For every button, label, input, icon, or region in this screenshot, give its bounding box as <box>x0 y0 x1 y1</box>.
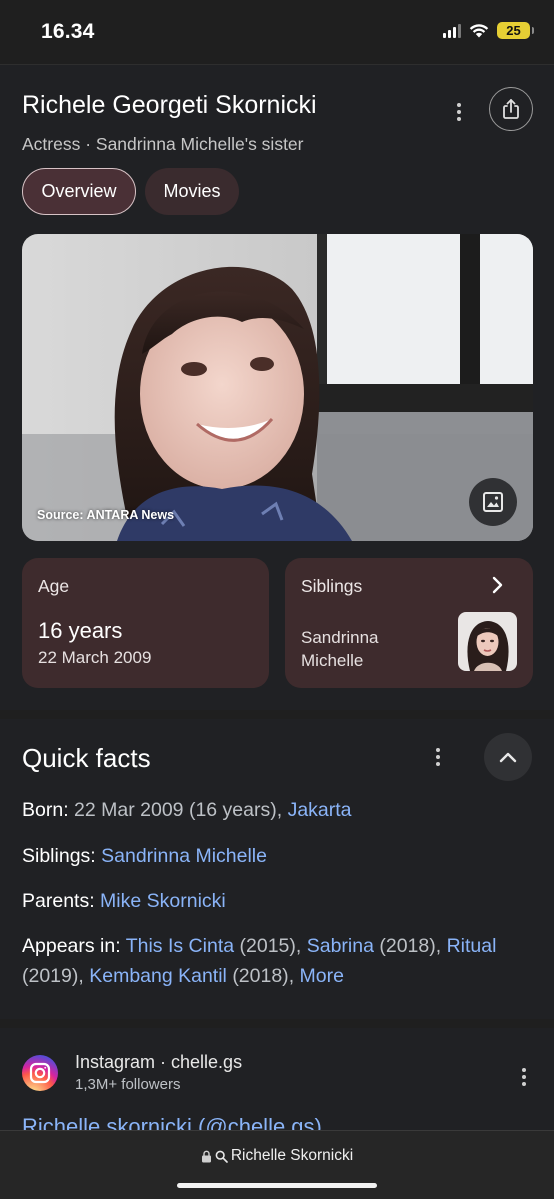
link-parent[interactable]: Mike Skornicki <box>100 890 226 912</box>
image-viewer-button[interactable] <box>469 478 517 526</box>
result-followers: 1,3M+ followers <box>75 1076 181 1093</box>
movie-year: (2015) <box>239 935 296 957</box>
link-sibling[interactable]: Sandrinna Michelle <box>101 845 267 867</box>
share-icon <box>503 99 519 119</box>
birth-date: 22 March 2009 <box>38 648 152 667</box>
link-birthplace[interactable]: Jakarta <box>288 799 352 821</box>
sibling-avatar <box>458 612 517 671</box>
fact-key: Siblings <box>22 845 91 867</box>
share-button[interactable] <box>489 87 533 131</box>
movie-year: (2018) <box>232 965 289 987</box>
link-movie[interactable]: Sabrina <box>307 935 374 957</box>
status-icons: 25 <box>443 22 534 39</box>
link-movie[interactable]: Ritual <box>447 935 497 957</box>
fact-key: Parents <box>22 890 90 912</box>
age-card: Age 16 years 22 March 2009 <box>22 558 269 688</box>
siblings-label: Siblings <box>301 576 363 596</box>
link-movie[interactable]: Kembang Kantil <box>89 965 227 987</box>
fact-value: 22 Mar 2009 (16 years), <box>68 799 288 821</box>
age-value: 16 years <box>38 618 123 643</box>
home-indicator[interactable] <box>177 1183 377 1188</box>
tab-overview[interactable]: Overview <box>22 168 136 215</box>
address-text: Richelle Skornicki <box>230 1147 354 1164</box>
search-icon <box>215 1150 228 1163</box>
chevron-right-icon <box>492 576 503 594</box>
tab-movies[interactable]: Movies <box>145 168 239 215</box>
battery-icon: 25 <box>497 22 534 39</box>
entity-subtitle: Actress · Sandrinna Michelle's sister <box>22 134 304 154</box>
movie-year: (2019) <box>22 965 79 987</box>
address-bar[interactable]: Richelle Skornicki <box>0 1147 554 1165</box>
result-more-icon[interactable] <box>512 1065 536 1089</box>
fact-key: Appears in <box>22 935 116 957</box>
portrait-image <box>22 234 533 541</box>
fact-siblings: Siblings: Sandrinna Michelle <box>22 845 267 867</box>
quick-facts-section: Quick facts Born: 22 Mar 2009 (16 years)… <box>0 719 554 1019</box>
link-movie[interactable]: This Is Cinta <box>126 935 234 957</box>
siblings-card[interactable]: Siblings Sandrinna Michelle <box>285 558 533 688</box>
movie-year: (2018) <box>379 935 436 957</box>
browser-bottom-bar: Richelle Skornicki <box>0 1130 554 1199</box>
entity-photo[interactable]: Source: ANTARA News <box>22 234 533 541</box>
fact-appears-in: Appears in: This Is Cinta (2015), Sabrin… <box>22 935 497 987</box>
fact-born: Born: 22 Mar 2009 (16 years), Jakarta <box>22 799 352 821</box>
instagram-icon <box>22 1055 58 1091</box>
entity-title: Richele Georgeti Skornicki <box>22 91 317 119</box>
fact-key: Born <box>22 799 64 821</box>
collapse-button[interactable] <box>484 733 532 781</box>
chevron-up-icon <box>499 752 517 763</box>
image-icon <box>483 492 503 512</box>
quick-facts-title: Quick facts <box>22 743 151 773</box>
search-result-instagram: Instagram · chelle.gs 1,3M+ followers Ri… <box>0 1028 554 1138</box>
more-options-icon[interactable] <box>447 100 471 124</box>
knowledge-panel: Richele Georgeti Skornicki Actress · San… <box>0 64 554 710</box>
result-source[interactable]: Instagram · chelle.gs <box>75 1052 242 1073</box>
wifi-icon <box>469 24 489 38</box>
quick-facts-more-icon[interactable] <box>426 745 450 769</box>
link-more-movies[interactable]: More <box>300 965 344 987</box>
lock-icon <box>201 1150 211 1162</box>
cellular-signal-icon <box>443 23 461 38</box>
status-bar: 16.34 25 <box>0 0 554 64</box>
sibling-name: Sandrinna Michelle <box>301 628 379 670</box>
image-source-caption: Source: ANTARA News <box>37 508 175 522</box>
fact-parents: Parents: Mike Skornicki <box>22 890 226 912</box>
age-label: Age <box>38 576 70 596</box>
status-time: 16.34 <box>41 20 95 43</box>
